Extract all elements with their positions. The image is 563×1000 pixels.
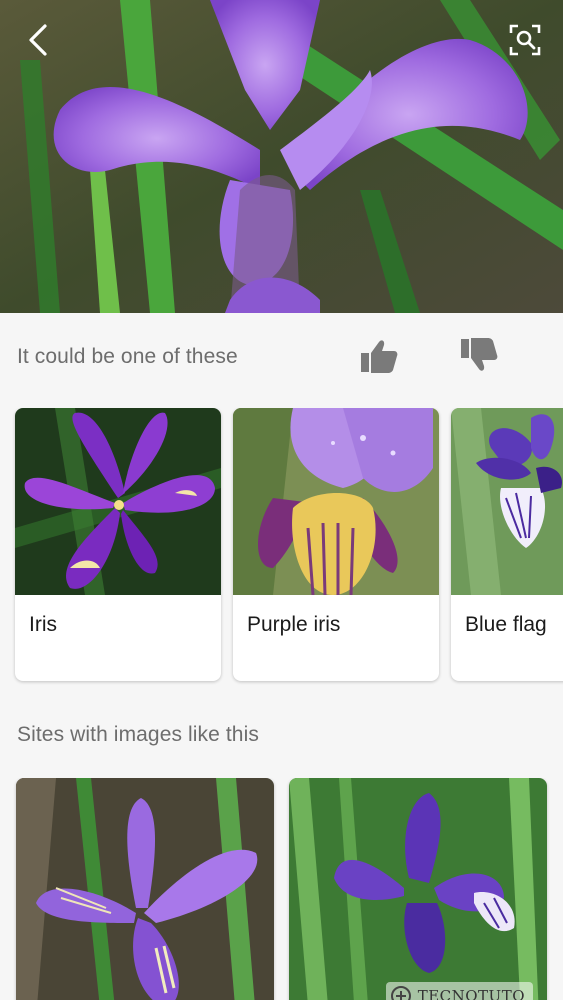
suggestion-carousel[interactable]: Iris Purple iris Blue flag [0,408,563,686]
suggestion-card-iris[interactable]: Iris [15,408,221,681]
card-label: Blue flag [465,613,547,636]
sites-title: Sites with images like this [17,723,259,746]
watermark-logo-icon [390,985,412,1000]
watermark: TECNOTUTO [385,982,533,1000]
watermark-text: TECNOTUTO [417,987,525,1000]
back-button[interactable] [16,18,60,62]
visual-search-button[interactable] [503,18,547,62]
site-image [16,778,274,1000]
site-result-2[interactable]: TECNOTUTO [289,778,547,1000]
site-image [289,778,547,1000]
thumbs-up-icon [359,338,399,379]
like-button[interactable] [355,334,403,382]
results-title: It could be one of these [17,345,238,368]
sites-carousel[interactable]: TECNOTUTO [0,778,563,1000]
card-image [451,408,563,595]
card-label: Purple iris [247,613,341,636]
hero-image [0,0,563,313]
iris-photo [0,0,563,313]
site-result-1[interactable] [16,778,274,1000]
dislike-button[interactable] [455,334,503,382]
card-image [233,408,439,595]
thumbs-down-icon [459,337,499,379]
visual-search-icon [508,23,542,57]
suggestion-card-purple-iris[interactable]: Purple iris [233,408,439,681]
card-image [15,408,221,595]
chevron-left-icon [27,23,49,57]
card-label: Iris [29,613,57,636]
suggestion-card-blue-flag[interactable]: Blue flag [451,408,563,681]
